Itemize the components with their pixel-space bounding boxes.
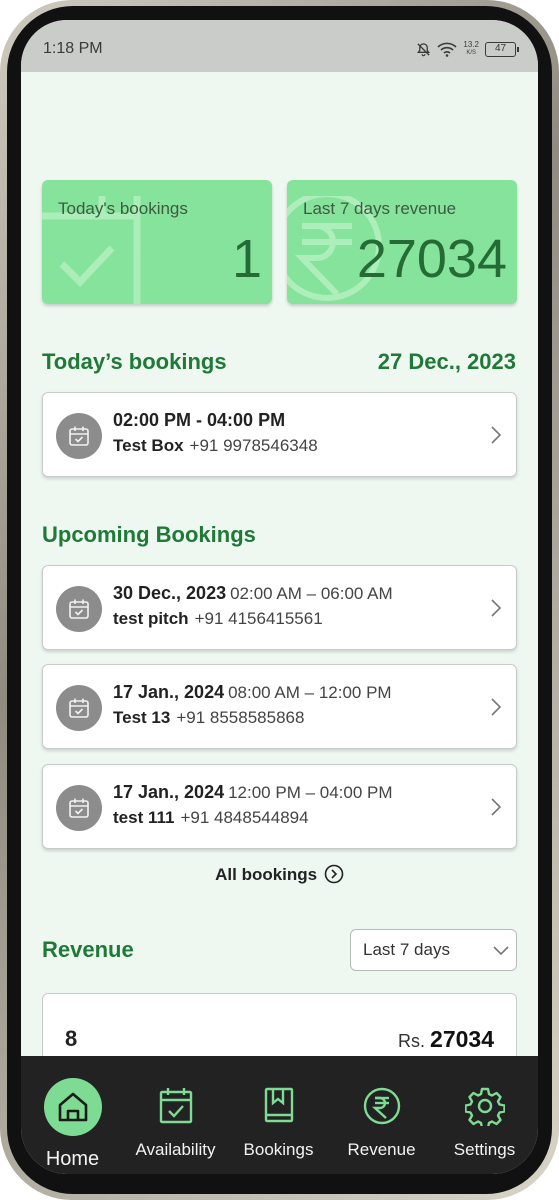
booking-phone: +91 4848544894: [180, 808, 309, 827]
revenue-period-select[interactable]: Last 7 days: [350, 929, 517, 971]
booking-time: 02:00 PM - 04:00 PM: [113, 410, 285, 431]
nav-bookings-label: Bookings: [243, 1140, 314, 1159]
booking-avatar: [56, 785, 102, 831]
todays-bookings-card: Today's bookings 1: [42, 180, 272, 304]
all-bookings-link[interactable]: All bookings: [21, 864, 538, 885]
upcoming-booking-card[interactable]: 30 Dec., 2023 02:00 AM – 06:00 AM test pi…: [42, 565, 517, 650]
revenue-title: Revenue: [42, 937, 134, 962]
status-icons: 13.2 K/S 47: [416, 41, 519, 57]
revenue-amount: Rs. 27034: [398, 1026, 494, 1053]
battery-level: 47: [494, 42, 507, 54]
calendar-check-icon: [69, 599, 89, 619]
app-screen: 1:18 PM 13.2 K/S 47 Today's bookings 1 L…: [21, 20, 538, 1174]
booking-time-range: 02:00 AM – 06:00 AM: [230, 584, 393, 603]
nav-settings[interactable]: Settings: [433, 1056, 536, 1174]
network-speed-value: 13.2: [463, 40, 479, 49]
book-icon: [264, 1087, 293, 1123]
battery-icon: 47: [485, 41, 519, 57]
status-bar: 1:18 PM 13.2 K/S 47: [21, 20, 538, 72]
status-time: 1:18 PM: [43, 40, 103, 57]
nav-availability-label: Availability: [135, 1140, 216, 1159]
todays-bookings-title: Today’s bookings: [42, 349, 227, 374]
wifi-icon: [437, 42, 457, 57]
upcoming-booking-card[interactable]: 17 Jan., 2024 08:00 AM – 12:00 PM Test 13…: [42, 664, 517, 749]
chevron-right-icon: [491, 698, 502, 716]
revenue-booking-count: 8: [65, 1026, 78, 1051]
nav-settings-label: Settings: [453, 1140, 516, 1159]
booking-details: test 111 +91 4848544894: [113, 808, 309, 828]
home-icon: [58, 1092, 87, 1122]
nav-availability[interactable]: Availability: [124, 1056, 227, 1174]
booking-details: Test 13 +91 8558585868: [113, 708, 304, 728]
booking-time-range: 08:00 AM – 12:00 PM: [228, 683, 392, 702]
calendar-check-icon: [159, 1088, 192, 1124]
booking-name: test pitch: [113, 609, 189, 628]
booking-time-range: 02:00 PM - 04:00 PM: [113, 410, 286, 430]
network-speed-unit: K/S: [466, 50, 477, 56]
chevron-right-icon: [491, 426, 502, 444]
upcoming-booking-card[interactable]: 17 Jan., 2024 12:00 PM – 04:00 PM test 11…: [42, 764, 517, 849]
today-booking-card[interactable]: 02:00 PM - 04:00 PM Test Box +91 99785463…: [42, 392, 517, 477]
nav-home-label: Home: [45, 1148, 100, 1170]
bottom-nav: Home Availability Bookings Revenue Setti…: [21, 1056, 538, 1174]
revenue-amount-value: 27034: [430, 1026, 494, 1052]
booking-date: 17 Jan., 2024: [113, 782, 225, 802]
revenue-currency: Rs.: [398, 1031, 426, 1051]
booking-avatar: [56, 413, 102, 459]
rupee-icon: [363, 1087, 400, 1125]
circle-chevron-right-icon: [324, 864, 344, 884]
booking-details: test pitch +91 4156415561: [113, 609, 323, 629]
nav-bookings[interactable]: Bookings: [227, 1056, 330, 1174]
gear-icon: [464, 1087, 505, 1126]
revenue-summary-card: Last 7 days revenue 27034: [287, 180, 517, 304]
booking-date-time: 30 Dec., 2023 02:00 AM – 06:00 AM: [113, 583, 393, 604]
booking-name: Test 13: [113, 708, 171, 727]
upcoming-bookings-title: Upcoming Bookings: [42, 522, 256, 547]
mute-bell-icon: [417, 42, 431, 56]
chevron-down-icon: [493, 946, 509, 956]
booking-name: Test Box: [113, 436, 184, 455]
booking-date-time: 17 Jan., 2024 12:00 PM – 04:00 PM: [113, 782, 393, 803]
booking-avatar: [56, 685, 102, 731]
booking-phone: +91 4156415561: [194, 609, 323, 628]
booking-avatar: [56, 586, 102, 632]
revenue-summary-value: 27034: [356, 229, 507, 289]
booking-details: Test Box +91 9978546348: [113, 436, 318, 456]
booking-date: 17 Jan., 2024: [113, 682, 225, 702]
calendar-check-icon: [69, 698, 89, 718]
todays-date: 27 Dec., 2023: [377, 349, 516, 374]
network-speed: 13.2 K/S: [463, 41, 479, 57]
booking-name: test 111: [113, 808, 175, 827]
revenue-period-value: Last 7 days: [363, 940, 450, 959]
nav-home-highlight: [43, 1078, 102, 1136]
booking-phone: +91 8558585868: [176, 708, 305, 727]
booking-date: 30 Dec., 2023: [113, 583, 227, 603]
revenue-summary-label: Last 7 days revenue: [303, 199, 457, 218]
todays-bookings-value: 1: [231, 229, 262, 289]
booking-date-time: 17 Jan., 2024 08:00 AM – 12:00 PM: [113, 682, 392, 703]
calendar-check-icon: [69, 798, 89, 818]
booking-phone: +91 9978546348: [189, 436, 318, 455]
calendar-check-icon: [69, 426, 89, 446]
booking-time-range: 12:00 PM – 04:00 PM: [228, 783, 393, 802]
nav-home[interactable]: Home: [21, 1056, 124, 1174]
todays-bookings-label: Today's bookings: [58, 199, 188, 218]
nav-revenue[interactable]: Revenue: [330, 1056, 433, 1174]
nav-revenue-label: Revenue: [347, 1140, 416, 1159]
all-bookings-label: All bookings: [215, 865, 318, 884]
chevron-right-icon: [491, 798, 502, 816]
chevron-right-icon: [491, 599, 502, 617]
